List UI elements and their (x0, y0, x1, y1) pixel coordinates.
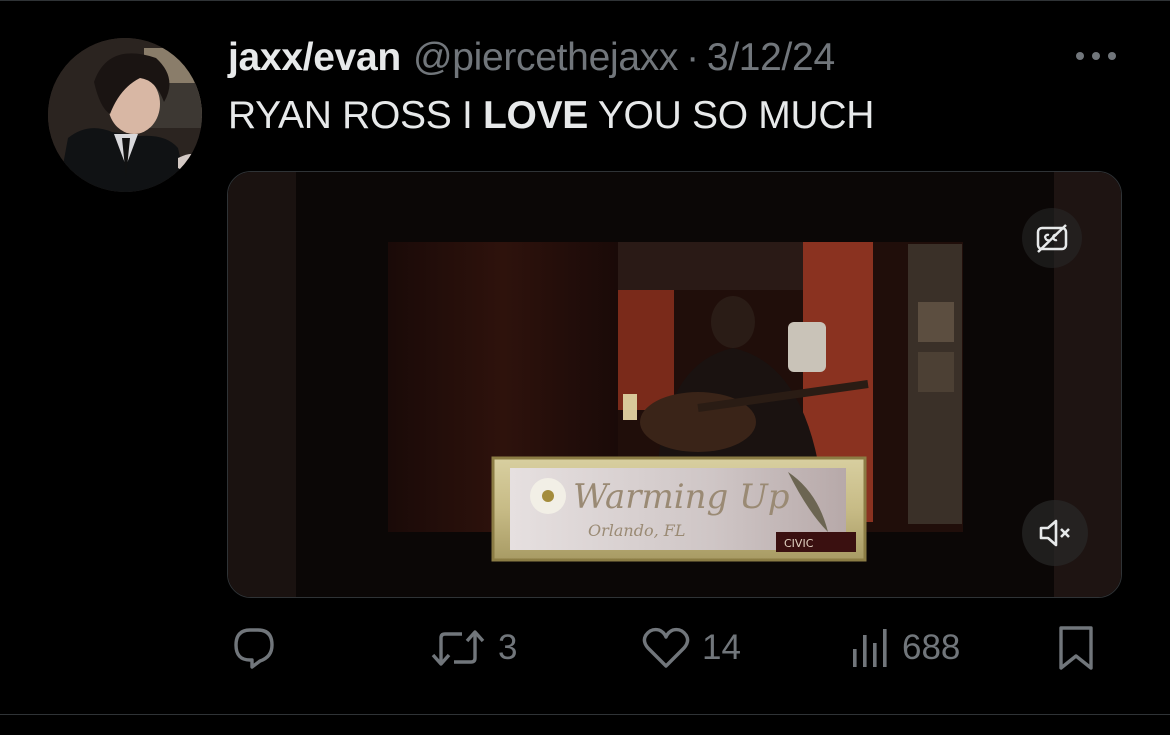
tweet-text-part: RYAN ROSS I (228, 94, 484, 137)
overlay-title: Warming Up (573, 477, 790, 517)
closed-captions-off-icon (1036, 224, 1068, 253)
display-name[interactable]: jaxx/evan (228, 36, 401, 80)
retweet-button[interactable]: 3 (428, 624, 517, 672)
overlay-logo: CIVIC (784, 537, 814, 550)
views-count: 688 (902, 628, 961, 667)
top-divider (0, 0, 1170, 1)
bottom-divider (0, 714, 1170, 715)
mute-button[interactable] (1022, 500, 1088, 566)
tweet-text: RYAN ROSS I LOVE YOU SO MUCH (228, 94, 874, 138)
like-count: 14 (702, 628, 741, 667)
volume-muted-icon (1039, 519, 1070, 547)
separator-dot: · (686, 36, 699, 79)
avatar[interactable] (48, 38, 202, 192)
video-player[interactable]: Warming Up Orlando, FL CIVIC (227, 171, 1122, 598)
more-options-icon[interactable] (1072, 44, 1120, 68)
heart-icon (642, 627, 690, 668)
video-frame: Warming Up Orlando, FL CIVIC (228, 172, 1121, 597)
retweet-icon (431, 630, 485, 666)
avatar-photo (48, 38, 202, 192)
closed-captions-button[interactable] (1022, 208, 1082, 268)
reply-button[interactable] (230, 624, 278, 672)
tweet-header: jaxx/evan @piercethejaxx · 3/12/24 (228, 36, 835, 80)
tweet-text-bold: LOVE (483, 94, 589, 137)
retweet-count: 3 (498, 628, 518, 667)
views-icon (853, 629, 887, 667)
user-handle[interactable]: @piercethejaxx (413, 36, 678, 80)
bookmark-button[interactable] (1056, 624, 1096, 672)
tweet-date[interactable]: 3/12/24 (707, 36, 835, 80)
like-button[interactable]: 14 (640, 624, 741, 672)
bookmark-icon (1059, 626, 1093, 670)
views-button[interactable]: 688 (850, 624, 960, 672)
overlay-subtitle: Orlando, FL (588, 521, 686, 540)
tweet-text-part: YOU SO MUCH (588, 94, 875, 137)
reply-icon (234, 628, 274, 669)
